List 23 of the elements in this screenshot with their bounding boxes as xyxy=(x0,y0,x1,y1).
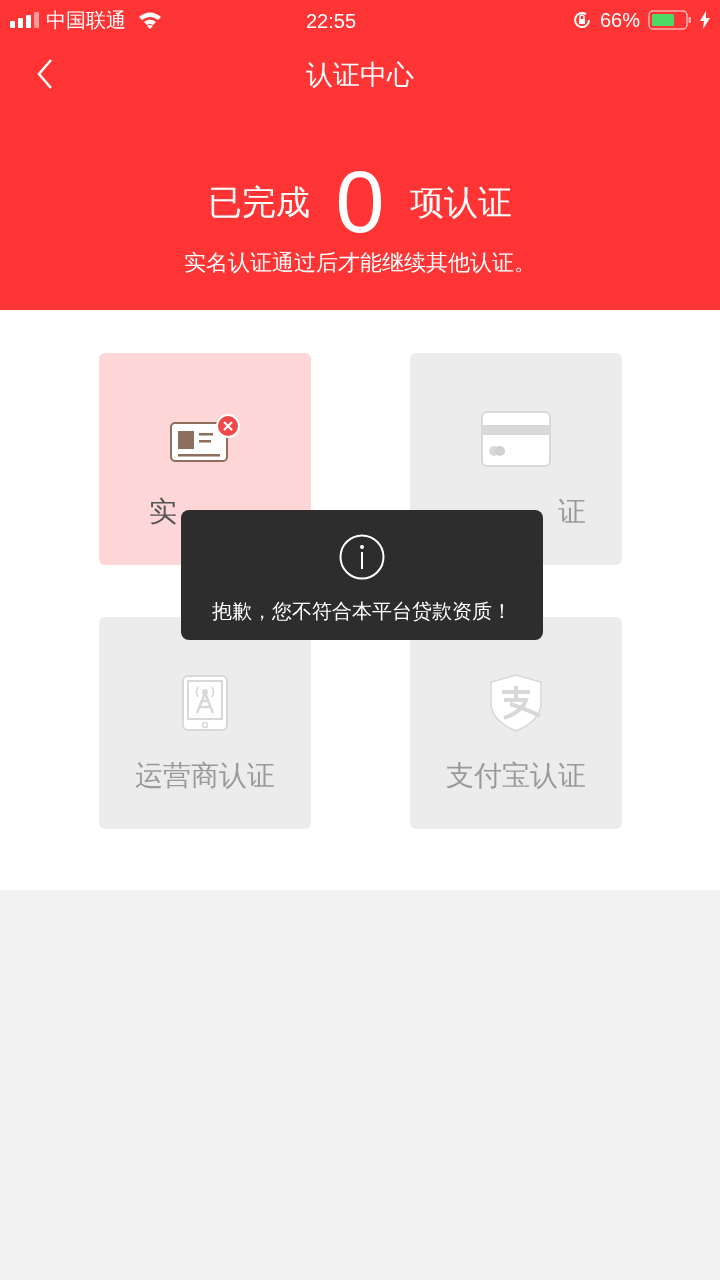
page-title: 认证中心 xyxy=(306,58,414,92)
completed-unit: 项认证 xyxy=(410,181,513,223)
battery-percent: 66% xyxy=(599,8,640,33)
shield-icon xyxy=(489,674,542,732)
completed-count: 0 xyxy=(335,162,385,242)
carrier-name: 中国联通 xyxy=(46,8,126,33)
info-icon xyxy=(339,534,385,580)
bank-card-icon xyxy=(480,411,551,467)
completed-label: 已完成 xyxy=(207,181,310,223)
id-card-icon xyxy=(168,413,241,465)
signal-icon xyxy=(10,12,40,28)
summary-note: 实名认证通过后才能继续其他认证。 xyxy=(184,249,536,277)
charging-icon xyxy=(700,11,710,29)
back-icon xyxy=(37,59,53,89)
rotation-lock-icon xyxy=(571,10,592,30)
card-label: 运营商认证 xyxy=(134,759,275,793)
clock-time: 22:55 xyxy=(306,9,357,34)
card-label: 支付宝认证 xyxy=(445,759,586,793)
wifi-icon xyxy=(138,11,162,29)
phone-tower-icon xyxy=(181,675,228,731)
card-label: 实 xyxy=(148,495,177,529)
card-label: 证 xyxy=(557,495,586,529)
battery-icon xyxy=(648,10,692,30)
